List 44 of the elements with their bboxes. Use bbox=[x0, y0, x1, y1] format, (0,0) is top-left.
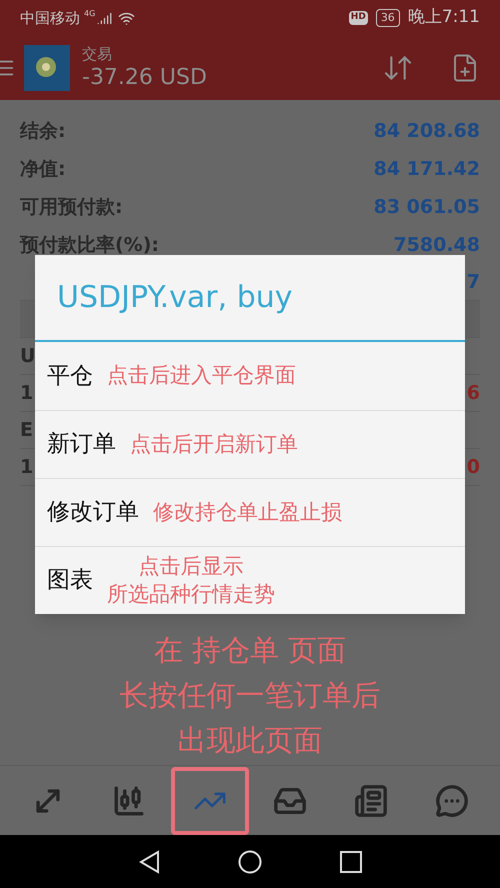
annotation-text: 长按任何一笔订单后 bbox=[120, 677, 380, 714]
annotation-text: 在 持仓单 页面 bbox=[154, 632, 346, 669]
recents-icon[interactable] bbox=[340, 850, 362, 872]
covered-value: 6 bbox=[466, 380, 480, 406]
signal-icon bbox=[97, 10, 112, 26]
account-label: 预付款比率(%): bbox=[20, 232, 160, 258]
covered-text: U bbox=[20, 344, 36, 369]
account-label: 可用预付款: bbox=[20, 194, 123, 220]
covered-text: E bbox=[20, 418, 33, 443]
carrier-name: 中国移动 bbox=[20, 8, 80, 29]
menu-item[interactable]: 图表 bbox=[47, 563, 93, 598]
annotation-note: 点击后开启新订单 bbox=[130, 430, 298, 458]
dialog-title: USDJPY.var, buy bbox=[35, 255, 465, 342]
account-label: 结余: bbox=[20, 118, 66, 144]
account-value: 83 061.05 bbox=[374, 194, 480, 220]
candlestick-icon bbox=[112, 784, 146, 818]
account-value: 84 171.42 bbox=[374, 156, 480, 182]
menu-item[interactable]: 修改订单 bbox=[47, 495, 139, 530]
app-logo-icon bbox=[24, 45, 70, 91]
menu-item[interactable]: 新订单 bbox=[47, 427, 116, 462]
menu-item[interactable]: 平仓 bbox=[47, 358, 93, 394]
hd-badge: HD bbox=[348, 11, 368, 25]
tab-button[interactable] bbox=[170, 766, 249, 834]
clock-time: 晚上7:11 bbox=[408, 6, 480, 30]
account-value: 7580.48 bbox=[393, 232, 480, 258]
covered-value: 7 bbox=[466, 270, 480, 295]
account-value: 84 208.68 bbox=[374, 118, 480, 144]
network-type: 4G bbox=[84, 8, 96, 20]
covered-text: 1 bbox=[20, 380, 34, 406]
battery-level: 36 bbox=[376, 8, 400, 28]
annotation-note: 所选品种行情走势 bbox=[107, 580, 275, 608]
annotation-note: 点击后进入平仓界面 bbox=[107, 362, 296, 390]
home-icon[interactable] bbox=[238, 850, 262, 874]
newspaper-icon bbox=[354, 784, 388, 818]
annotation-note: 修改持仓单止盈止损 bbox=[153, 498, 342, 526]
profit-total: -37.26 USD bbox=[82, 64, 207, 92]
covered-value: 0 bbox=[466, 454, 480, 480]
chat-bubble-icon bbox=[434, 784, 469, 818]
covered-text: 1 bbox=[20, 454, 34, 480]
screen-title: 交易 bbox=[82, 44, 113, 64]
account-label: 净值: bbox=[20, 156, 66, 182]
back-icon[interactable] bbox=[138, 850, 160, 874]
annotation-text: 出现此页面 bbox=[178, 722, 322, 759]
annotation-note: 点击后显示 bbox=[138, 553, 244, 580]
